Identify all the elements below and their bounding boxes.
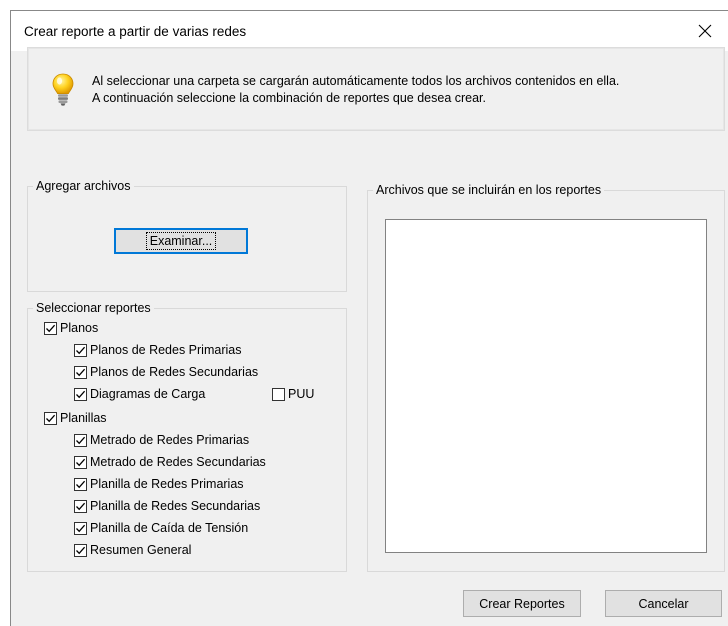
checkmark-icon — [46, 414, 56, 422]
checkmark-icon — [46, 324, 56, 332]
checkbox-planos-redes-primarias[interactable]: Planos de Redes Primarias — [74, 340, 241, 360]
checkmark-icon — [76, 390, 86, 398]
files-legend: Archivos que se incluirán en los reporte… — [373, 182, 605, 198]
checkbox-puu[interactable]: PUU — [272, 384, 314, 404]
checkbox-box — [74, 521, 87, 535]
checkbox-planos-redes-secundarias[interactable]: Planos de Redes Secundarias — [74, 362, 258, 382]
checkbox-label: Metrado de Redes Secundarias — [90, 455, 266, 469]
checkbox-label: Planos de Redes Primarias — [90, 343, 242, 357]
checkbox-planilla-redes-secundarias[interactable]: Planilla de Redes Secundarias — [74, 496, 260, 516]
checkbox-label: Resumen General — [90, 543, 192, 557]
close-button[interactable] — [682, 11, 728, 51]
select-reports-legend: Seleccionar reportes — [33, 300, 154, 316]
info-panel: Al seleccionar una carpeta se cargarán a… — [27, 47, 725, 131]
checkmark-icon — [76, 436, 86, 444]
create-reports-label: Crear Reportes — [479, 596, 565, 611]
browse-button[interactable]: Examinar... — [114, 228, 248, 254]
checkbox-label: Diagramas de Carga — [90, 387, 206, 401]
checkbox-box — [74, 387, 87, 401]
checkbox-label: Planilla de Caída de Tensión — [90, 521, 249, 535]
checkbox-box — [74, 499, 87, 513]
checkbox-label: Planos — [60, 321, 99, 335]
checkbox-label: Planilla de Redes Secundarias — [90, 499, 261, 513]
checkbox-box — [74, 455, 87, 469]
checkbox-metrado-redes-primarias[interactable]: Metrado de Redes Primarias — [74, 430, 249, 450]
info-line-2: A continuación seleccione la combinación… — [92, 91, 487, 105]
checkmark-icon — [76, 480, 86, 488]
title-bar: Crear reporte a partir de varias redes — [11, 11, 728, 51]
checkbox-label: PUU — [288, 387, 315, 401]
checkbox-diagramas-de-carga[interactable]: Diagramas de Carga — [74, 384, 205, 404]
checkbox-planilla-caida-tension[interactable]: Planilla de Caída de Tensión — [74, 518, 248, 538]
add-files-group: Agregar archivos Examinar... — [27, 178, 347, 292]
checkbox-box — [74, 477, 87, 491]
checkbox-box — [44, 321, 57, 335]
checkbox-box — [272, 387, 285, 401]
checkmark-icon — [76, 368, 86, 376]
checkmark-icon — [76, 546, 86, 554]
cancel-button[interactable]: Cancelar — [605, 590, 722, 617]
info-message: Al seleccionar una carpeta se cargarán a… — [92, 73, 619, 107]
checkbox-planos[interactable]: Planos — [44, 318, 98, 338]
add-files-legend: Agregar archivos — [33, 178, 134, 194]
lightbulb-icon — [52, 73, 74, 106]
report-dialog: Crear reporte a partir de varias redes A… — [10, 10, 728, 626]
checkbox-label: Metrado de Redes Primarias — [90, 433, 250, 447]
files-listbox[interactable] — [385, 219, 707, 553]
checkmark-icon — [76, 458, 86, 466]
files-group: Archivos que se incluirán en los reporte… — [367, 182, 725, 572]
info-line-1: Al seleccionar una carpeta se cargarán a… — [92, 74, 620, 88]
checkbox-box — [44, 411, 57, 425]
checkbox-box — [74, 433, 87, 447]
checkmark-icon — [76, 524, 86, 532]
create-reports-button[interactable]: Crear Reportes — [463, 590, 581, 617]
close-icon — [698, 24, 712, 38]
checkmark-icon — [76, 346, 86, 354]
checkbox-planilla-redes-primarias[interactable]: Planilla de Redes Primarias — [74, 474, 244, 494]
checkbox-resumen-general[interactable]: Resumen General — [74, 540, 191, 560]
checkmark-icon — [76, 502, 86, 510]
checkbox-label: Planos de Redes Secundarias — [90, 365, 259, 379]
checkbox-label: Planilla de Redes Primarias — [90, 477, 244, 491]
select-reports-group: Seleccionar reportes Planos Planos de Re… — [27, 300, 347, 572]
checkbox-planillas[interactable]: Planillas — [44, 408, 107, 428]
checkbox-label: Planillas — [60, 411, 107, 425]
checkbox-metrado-redes-secundarias[interactable]: Metrado de Redes Secundarias — [74, 452, 266, 472]
window-title: Crear reporte a partir de varias redes — [24, 24, 247, 39]
checkbox-box — [74, 543, 87, 557]
checkbox-box — [74, 365, 87, 379]
browse-button-label: Examinar... — [145, 232, 217, 250]
checkbox-box — [74, 343, 87, 357]
cancel-label: Cancelar — [638, 596, 689, 611]
